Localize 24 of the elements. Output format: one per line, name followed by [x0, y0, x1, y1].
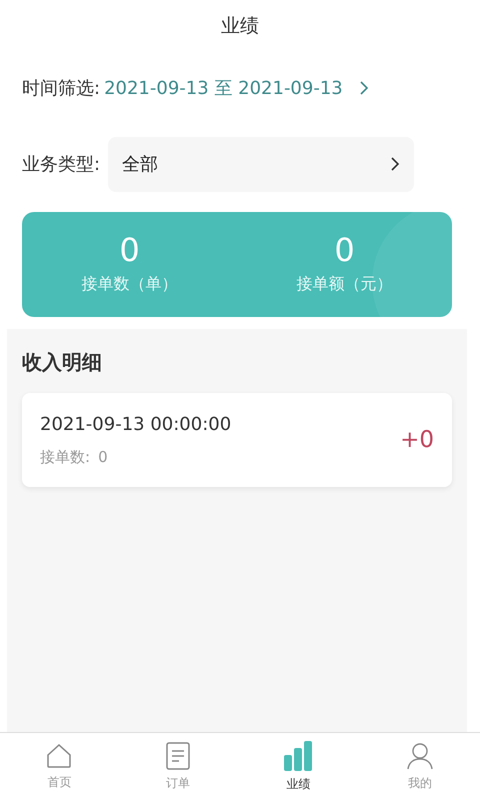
count-value: 0 — [98, 447, 108, 468]
count-label: 接单数: — [40, 447, 90, 468]
business-type-selector[interactable]: 全部 — [108, 136, 414, 192]
stat-label: 接单额（元） — [296, 273, 392, 296]
stat-value: 0 — [119, 232, 140, 268]
tab[interactable]: 订单 — [118, 733, 237, 800]
filter-label: 时间筛选: — [22, 76, 100, 100]
stat-label: 接单数（单） — [82, 273, 178, 296]
tab[interactable]: 首页 — [0, 733, 118, 800]
chevron-right-icon — [358, 80, 369, 96]
page-title: 业绩 — [221, 14, 259, 39]
stat-value: 0 — [334, 232, 355, 268]
chevron-right-icon — [390, 156, 400, 172]
user-icon — [406, 742, 434, 770]
record-datetime: 2021-09-13 00:00:00 — [40, 413, 232, 437]
document-icon — [164, 742, 191, 770]
home-icon — [46, 742, 72, 768]
filter-label: 业务类型: — [22, 152, 100, 176]
tab[interactable]: 我的 — [360, 733, 480, 800]
section-title: 收入明细 — [22, 349, 103, 376]
record-amount: +0 — [400, 426, 434, 454]
tab[interactable]: 业绩 — [237, 733, 360, 800]
date-range-selector[interactable]: 2021-09-13 至 2021-09-13 — [104, 74, 369, 102]
bar-chart-icon — [283, 740, 314, 770]
